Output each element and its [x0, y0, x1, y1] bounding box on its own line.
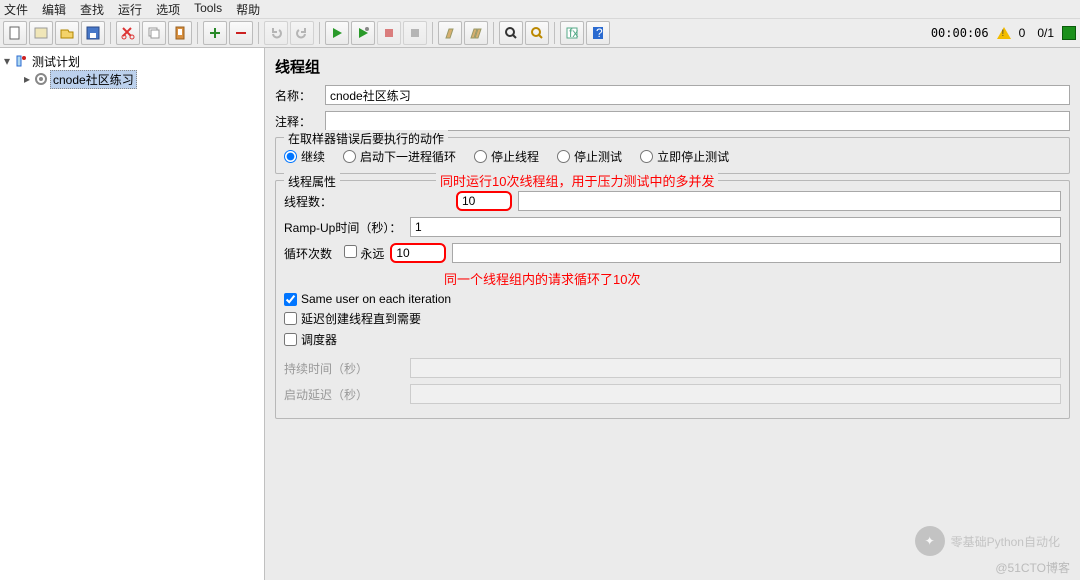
threads-label: 线程数：: [284, 193, 404, 210]
startup-delay-input: [410, 384, 1061, 404]
watermark: ✦ 零基础Python自动化: [915, 526, 1060, 556]
radio-stoptest[interactable]: 停止测试: [557, 148, 622, 165]
start-icon[interactable]: [325, 21, 349, 45]
divider: [554, 22, 555, 44]
svg-text:?: ?: [596, 26, 603, 40]
help-icon[interactable]: ?: [586, 21, 610, 45]
panel-title: 线程组: [275, 56, 1070, 77]
open-icon[interactable]: [55, 21, 79, 45]
config-panel: 线程组 名称： 注释： 在取样器错误后要执行的动作 继续 启动下一进程循环 停止…: [265, 48, 1080, 580]
svg-text:fx: fx: [569, 26, 578, 40]
radio-stopnow[interactable]: 立即停止测试: [640, 148, 729, 165]
paste-icon[interactable]: [168, 21, 192, 45]
threads-input[interactable]: [456, 191, 512, 211]
delay-create-check[interactable]: 延迟创建线程直到需要: [284, 310, 1061, 327]
collapse-icon[interactable]: ▸: [22, 72, 32, 86]
elapsed-time: 00:00:06: [931, 26, 989, 40]
name-input[interactable]: [325, 85, 1070, 105]
menu-options[interactable]: 选项: [156, 1, 180, 17]
radio-startnext[interactable]: 启动下一进程循环: [343, 148, 456, 165]
tree-root[interactable]: ▾ 测试计划: [2, 52, 262, 70]
same-user-check[interactable]: Same user on each iteration: [284, 292, 1061, 306]
function-helper-icon[interactable]: fx: [560, 21, 584, 45]
error-action-legend: 在取样器错误后要执行的动作: [284, 130, 448, 147]
annotation-2: 同一个线程组内的请求循环了10次: [444, 269, 1061, 288]
testplan-icon: [14, 54, 28, 68]
clear-icon[interactable]: [438, 21, 462, 45]
toolbar: fx ? 00:00:06 0 0/1: [0, 18, 1080, 48]
cut-icon[interactable]: [116, 21, 140, 45]
divider: [493, 22, 494, 44]
add-icon[interactable]: [203, 21, 227, 45]
rampup-input[interactable]: [410, 217, 1061, 237]
error-action-group: 在取样器错误后要执行的动作 继续 启动下一进程循环 停止线程 停止测试 立即停止…: [275, 137, 1070, 174]
thread-count: 0/1: [1037, 26, 1054, 40]
new-icon[interactable]: [3, 21, 27, 45]
warning-count: 0: [1019, 26, 1026, 40]
copy-icon[interactable]: [142, 21, 166, 45]
menu-file[interactable]: 文件: [4, 1, 28, 17]
tree-child-label: cnode社区练习: [50, 70, 137, 89]
threadgroup-icon: [34, 72, 48, 86]
threads-input-ext[interactable]: [518, 191, 1061, 211]
duration-label: 持续时间（秒）: [284, 360, 404, 377]
menubar: 文件 编辑 查找 运行 选项 Tools 帮助: [0, 0, 1080, 18]
menu-edit[interactable]: 编辑: [42, 1, 66, 17]
startup-delay-label: 启动延迟（秒）: [284, 386, 404, 403]
tree-threadgroup[interactable]: ▸ cnode社区练习: [2, 70, 262, 88]
wechat-icon: ✦: [915, 526, 945, 556]
divider: [432, 22, 433, 44]
scheduler-check[interactable]: 调度器: [284, 331, 1061, 348]
divider: [197, 22, 198, 44]
thread-props-legend: 线程属性: [284, 173, 340, 190]
templates-icon[interactable]: [29, 21, 53, 45]
clear-all-icon[interactable]: [464, 21, 488, 45]
divider: [110, 22, 111, 44]
loop-label: 循环次数: [284, 245, 338, 262]
stop-icon[interactable]: [377, 21, 401, 45]
search-tree-icon[interactable]: [499, 21, 523, 45]
thread-props-group: 线程属性 同时运行10次线程组，用于压力测试中的多并发 线程数： Ramp-Up…: [275, 180, 1070, 419]
redo-icon[interactable]: [290, 21, 314, 45]
name-label: 名称：: [275, 87, 325, 104]
comment-label: 注释：: [275, 113, 325, 130]
expand-icon[interactable]: ▾: [2, 54, 12, 68]
duration-input: [410, 358, 1061, 378]
test-plan-tree[interactable]: ▾ 测试计划 ▸ cnode社区练习: [0, 48, 265, 580]
shutdown-icon[interactable]: [403, 21, 427, 45]
menu-tools[interactable]: Tools: [194, 1, 222, 17]
loop-input-ext[interactable]: [452, 243, 1061, 263]
menu-search[interactable]: 查找: [80, 1, 104, 17]
remove-icon[interactable]: [229, 21, 253, 45]
loop-forever-check[interactable]: 永远: [344, 245, 384, 262]
divider: [258, 22, 259, 44]
rampup-label: Ramp-Up时间（秒）：: [284, 219, 404, 236]
divider: [319, 22, 320, 44]
radio-continue[interactable]: 继续: [284, 148, 325, 165]
save-icon[interactable]: [81, 21, 105, 45]
blog-watermark: @51CTO博客: [995, 559, 1070, 576]
main-area: ▾ 测试计划 ▸ cnode社区练习 线程组 名称： 注释： 在取样器错误后要执…: [0, 48, 1080, 580]
start-notimers-icon[interactable]: [351, 21, 375, 45]
menu-run[interactable]: 运行: [118, 1, 142, 17]
loop-input[interactable]: [390, 243, 446, 263]
menu-help[interactable]: 帮助: [236, 1, 260, 17]
reset-search-icon[interactable]: [525, 21, 549, 45]
annotation-1: 同时运行10次线程组，用于压力测试中的多并发: [436, 171, 718, 190]
comment-input[interactable]: [325, 111, 1070, 131]
tree-root-label: 测试计划: [30, 53, 82, 70]
undo-icon[interactable]: [264, 21, 288, 45]
run-indicator-icon: [1062, 26, 1076, 40]
warning-icon[interactable]: [997, 27, 1011, 39]
radio-stopthread[interactable]: 停止线程: [474, 148, 539, 165]
